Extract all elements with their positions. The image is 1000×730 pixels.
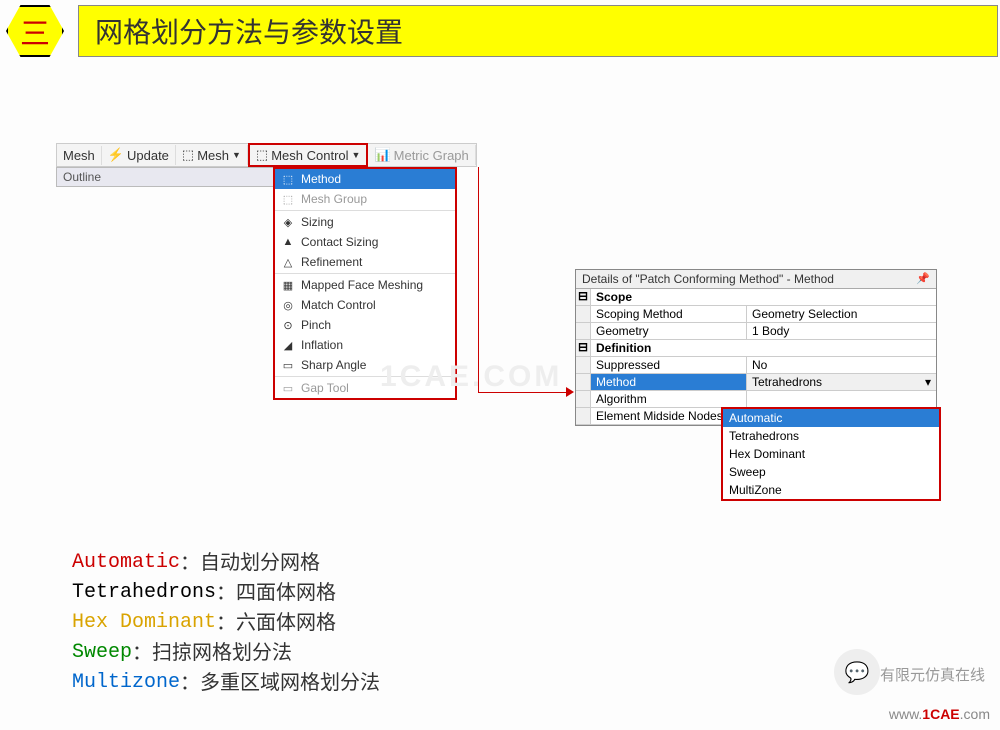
method-options-dropdown: AutomaticTetrahedronsHex DominantSweepMu…	[721, 407, 941, 501]
legend-term: Hex Dominant	[72, 608, 216, 638]
page-title: 网格划分方法与参数设置	[78, 5, 998, 57]
collapse-icon[interactable]: ⊟	[576, 289, 591, 305]
legend-desc: ：六面体网格	[216, 608, 336, 638]
callout-line	[478, 392, 568, 393]
toolbar-update[interactable]: ⚡Update	[102, 145, 176, 165]
legend-term: Sweep	[72, 638, 132, 668]
menu-icon: ◈	[281, 215, 295, 229]
watermark-url: www.1CAE.com	[889, 706, 990, 722]
option-hex-dominant[interactable]: Hex Dominant	[723, 445, 939, 463]
option-automatic[interactable]: Automatic	[723, 409, 939, 427]
outline-panel: Outline	[56, 167, 275, 187]
suppressed-value[interactable]: No	[747, 357, 936, 373]
toolbar-mesh[interactable]: Mesh	[57, 146, 102, 165]
chevron-down-icon: ▼	[232, 150, 241, 160]
legend-desc: ：自动划分网格	[180, 548, 320, 578]
watermark-center: 1CAE.COM	[380, 360, 562, 394]
menu-item-mapped-face-meshing[interactable]: ▦Mapped Face Meshing	[275, 275, 455, 295]
definition-header: Definition	[591, 340, 936, 356]
pin-icon[interactable]: 📌	[916, 272, 930, 286]
lightning-icon: ⚡	[108, 147, 124, 163]
menu-icon: ⬚	[281, 192, 295, 206]
toolbar-metric-graph: 📊Metric Graph	[368, 145, 475, 165]
legend-term: Automatic	[72, 548, 180, 578]
method-label: Method	[591, 374, 747, 390]
menu-icon: ▦	[281, 278, 295, 292]
chart-icon: 📊	[374, 147, 390, 163]
suppressed-label: Suppressed	[591, 357, 747, 373]
toolbar-mesh-dropdown[interactable]: ⬚Mesh▼	[176, 145, 248, 165]
option-tetrahedrons[interactable]: Tetrahedrons	[723, 427, 939, 445]
cube-icon: ⬚	[256, 147, 268, 163]
legend: Automatic：自动划分网格Tetrahedrons：四面体网格Hex Do…	[72, 548, 380, 698]
menu-icon: ▲	[281, 235, 295, 249]
scoping-method-label: Scoping Method	[591, 306, 747, 322]
menu-icon: ⬚	[281, 172, 295, 186]
menu-icon: △	[281, 255, 295, 269]
brand-text: 有限元仿真在线	[880, 664, 985, 685]
scoping-method-value[interactable]: Geometry Selection	[747, 306, 936, 322]
legend-desc: ：四面体网格	[216, 578, 336, 608]
callout-line	[478, 167, 479, 392]
menu-icon: ◢	[281, 338, 295, 352]
legend-desc: ：扫掠网格划分法	[132, 638, 292, 668]
toolbar: Mesh ⚡Update ⬚Mesh▼ ⬚Mesh Control▼ 📊Metr…	[56, 143, 477, 167]
menu-icon: ◎	[281, 298, 295, 312]
cube-icon: ⬚	[182, 147, 194, 163]
collapse-icon[interactable]: ⊟	[576, 340, 591, 356]
details-panel: Details of "Patch Conforming Method" - M…	[575, 269, 937, 426]
menu-item-sizing[interactable]: ◈Sizing	[275, 212, 455, 232]
details-title: Details of "Patch Conforming Method" - M…	[576, 270, 936, 289]
menu-item-pinch[interactable]: ⊙Pinch	[275, 315, 455, 335]
menu-item-match-control[interactable]: ◎Match Control	[275, 295, 455, 315]
option-sweep[interactable]: Sweep	[723, 463, 939, 481]
algorithm-value[interactable]	[747, 391, 936, 407]
menu-item-contact-sizing[interactable]: ▲Contact Sizing	[275, 232, 455, 252]
arrow-icon	[566, 387, 574, 397]
method-value[interactable]: Tetrahedrons▾	[747, 374, 936, 390]
menu-icon: ▭	[281, 381, 295, 395]
chat-icon: 💬	[834, 649, 880, 695]
algorithm-label: Algorithm	[591, 391, 747, 407]
geometry-value[interactable]: 1 Body	[747, 323, 936, 339]
menu-icon: ⊙	[281, 318, 295, 332]
menu-item-refinement[interactable]: △Refinement	[275, 252, 455, 272]
scope-header: Scope	[591, 289, 936, 305]
toolbar-mesh-control[interactable]: ⬚Mesh Control▼	[248, 143, 369, 167]
menu-item-method[interactable]: ⬚Method	[275, 169, 455, 189]
section-badge: 三	[2, 2, 68, 60]
legend-desc: ：多重区域网格划分法	[180, 668, 380, 698]
geometry-label: Geometry	[591, 323, 747, 339]
chevron-down-icon: ▼	[352, 150, 361, 160]
menu-item-inflation[interactable]: ◢Inflation	[275, 335, 455, 355]
chevron-down-icon: ▾	[925, 375, 931, 389]
legend-term: Tetrahedrons	[72, 578, 216, 608]
legend-term: Multizone	[72, 668, 180, 698]
menu-icon: ▭	[281, 358, 295, 372]
option-multizone[interactable]: MultiZone	[723, 481, 939, 499]
page-header: 三 网格划分方法与参数设置	[0, 0, 1000, 62]
menu-item-mesh-group[interactable]: ⬚Mesh Group	[275, 189, 455, 209]
